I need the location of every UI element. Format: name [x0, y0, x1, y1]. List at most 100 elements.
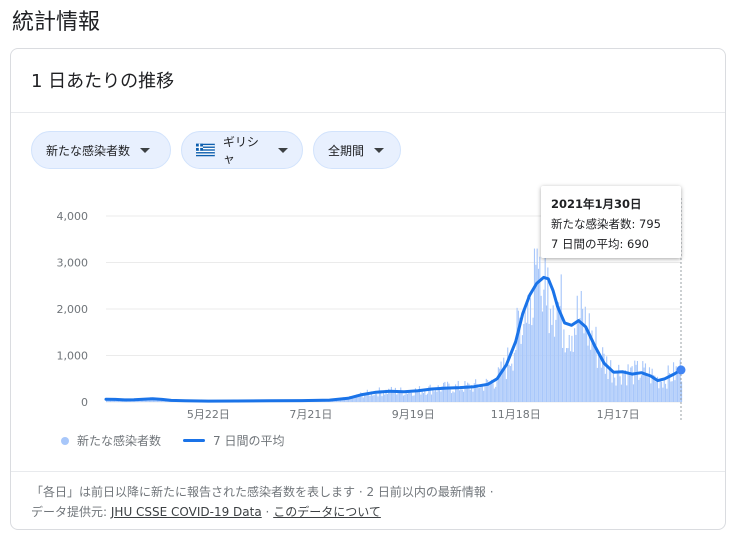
chart-tooltip: 2021年1月30日 新たな感染者数: 795 7 日間の平均: 690: [541, 186, 681, 258]
daily-case-bar: [513, 352, 515, 402]
daily-case-bar: [511, 363, 513, 402]
daily-case-bar: [389, 393, 391, 402]
daily-case-bar: [623, 372, 625, 402]
daily-case-bar: [648, 367, 651, 402]
daily-case-bar: [561, 347, 564, 402]
period-filter-chip[interactable]: 全期間: [313, 131, 401, 169]
metric-filter-label: 新たな感染者数: [46, 143, 131, 158]
daily-case-bar: [556, 301, 558, 402]
daily-case-bar: [495, 386, 497, 402]
daily-case-bar: [552, 305, 554, 402]
daily-case-bar: [501, 372, 503, 402]
daily-case-bar: [663, 378, 665, 402]
legend-bars-label: 新たな感染者数: [77, 434, 162, 448]
y-tick-label: 2,000: [57, 303, 89, 316]
daily-case-bar: [586, 328, 588, 402]
daily-case-bar: [639, 377, 641, 402]
daily-case-bar: [533, 248, 536, 402]
daily-case-bar: [650, 383, 652, 402]
daily-case-bar: [612, 373, 614, 402]
daily-case-bar: [396, 394, 398, 402]
daily-case-bar: [579, 318, 581, 402]
daily-case-bar: [588, 313, 590, 402]
daily-case-bar: [372, 395, 374, 402]
country-filter-chip[interactable]: ギリシャ: [181, 131, 303, 169]
legend-line-label: 7 日間の平均: [213, 434, 285, 448]
daily-case-bar: [424, 390, 426, 402]
daily-case-bar: [642, 361, 644, 402]
daily-case-bar: [489, 382, 491, 402]
daily-case-bar: [402, 395, 404, 402]
daily-case-bar: [608, 368, 610, 402]
daily-case-bar: [362, 397, 364, 402]
hover-point: [676, 365, 686, 375]
daily-case-bar: [484, 386, 486, 402]
daily-case-bar: [404, 394, 406, 402]
daily-case-bar: [485, 378, 487, 402]
daily-case-bar: [576, 295, 578, 402]
metric-filter-chip[interactable]: 新たな感染者数: [31, 131, 171, 169]
daily-case-bar: [504, 368, 506, 402]
daily-case-bar: [483, 390, 485, 402]
daily-case-bar: [635, 364, 637, 402]
daily-case-bar: [436, 391, 438, 402]
daily-case-bar: [524, 309, 526, 402]
daily-case-bar: [544, 250, 546, 402]
daily-case-bar: [413, 395, 415, 402]
daily-case-bar: [606, 356, 608, 402]
daily-case-bar: [644, 363, 647, 402]
daily-case-bar: [634, 360, 636, 402]
daily-case-bar: [429, 384, 431, 402]
chevron-down-icon: [278, 147, 288, 153]
chevron-down-icon: [374, 147, 385, 153]
daily-case-bar: [433, 391, 435, 402]
daily-case-bar: [529, 298, 532, 402]
daily-case-bar: [460, 389, 462, 402]
daily-case-bar: [666, 388, 668, 402]
daily-case-bar: [493, 388, 495, 402]
daily-case-bar: [373, 395, 375, 402]
period-filter-label: 全期間: [328, 143, 365, 158]
tooltip-cases: 新たな感染者数: 795: [551, 217, 661, 231]
daily-case-bar: [386, 393, 388, 402]
daily-case-bar: [540, 295, 542, 402]
daily-case-bar: [509, 366, 511, 402]
about-data-link[interactable]: このデータについて: [273, 505, 381, 519]
daily-case-bar: [555, 319, 557, 402]
daily-case-bar: [497, 367, 499, 402]
daily-case-bar: [549, 308, 552, 402]
daily-case-bar: [434, 390, 437, 402]
daily-case-bar: [568, 334, 570, 402]
daily-case-bar: [444, 381, 446, 402]
daily-case-bar: [376, 393, 378, 402]
card-title: 1 日あたりの推移: [31, 71, 175, 92]
x-tick-label: 5月22日: [187, 408, 230, 421]
daily-case-bar: [393, 392, 395, 402]
daily-case-bar: [610, 360, 612, 402]
daily-case-bar: [583, 333, 585, 402]
daily-case-bar: [475, 379, 477, 402]
daily-case-bar: [479, 387, 481, 402]
source-link[interactable]: JHU CSSE COVID-19 Data: [111, 505, 262, 519]
daily-case-bar: [615, 385, 617, 402]
daily-case-bar: [422, 392, 425, 402]
daily-case-bar: [547, 267, 549, 402]
daily-case-bar: [560, 274, 562, 402]
daily-case-bar: [463, 391, 465, 402]
country-filter-label: ギリシャ: [222, 135, 259, 166]
y-tick-label: 4,000: [57, 210, 89, 223]
daily-case-bar: [390, 386, 392, 402]
daily-case-bar: [616, 372, 618, 402]
daily-case-bar: [559, 305, 561, 402]
daily-case-bar: [541, 311, 544, 402]
daily-case-bar: [477, 388, 479, 402]
legend-line-marker: [183, 439, 206, 442]
daily-case-bar: [536, 248, 538, 402]
daily-case-bar: [602, 347, 604, 402]
daily-case-bar: [416, 391, 418, 402]
x-tick-label: 1月17日: [597, 408, 640, 421]
legend-bar-marker: [61, 436, 69, 445]
daily-case-bar: [580, 290, 582, 402]
daily-case-bar: [520, 343, 522, 402]
daily-case-bar: [596, 367, 598, 402]
